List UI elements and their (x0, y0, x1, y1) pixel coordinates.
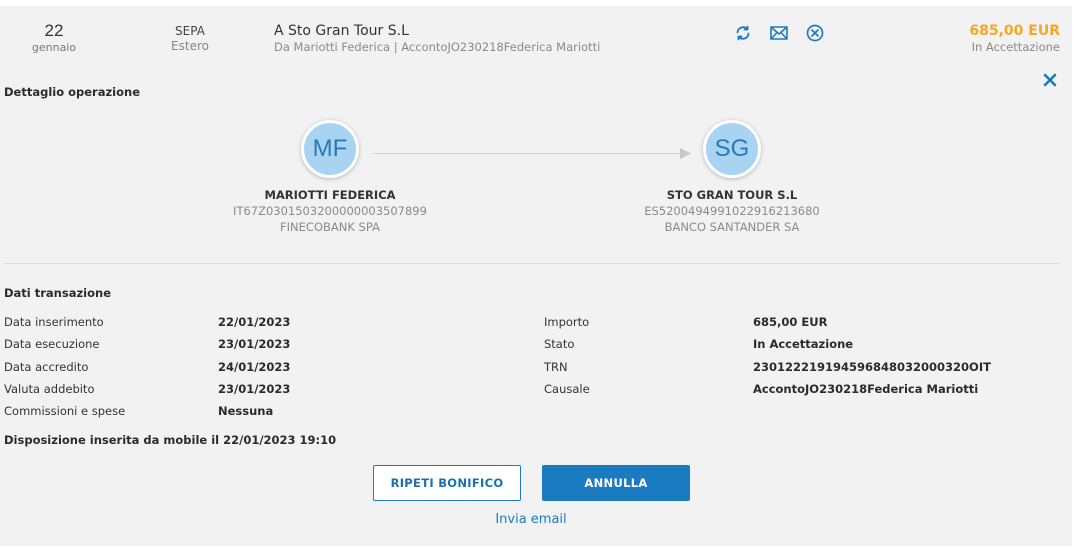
mobile-insert-note: Disposizione inserita da mobile il 22/01… (4, 433, 337, 447)
value-data-esecuzione: 23/01/2023 (218, 337, 291, 351)
sender-bank: FINECOBANK SPA (280, 220, 380, 234)
beneficiary-name: STO GRAN TOUR S.L (666, 188, 798, 202)
value-stato: In Accettazione (753, 337, 854, 351)
label-stato: Stato (544, 337, 575, 351)
sender-name: MARIOTTI FEDERICA (264, 188, 396, 202)
amount-block: 685,00 EUR In Accettazione (969, 22, 1060, 55)
transaction-subtitle: Da Mariotti Federica | AccontoJO230218Fe… (274, 40, 601, 54)
value-valuta-addebito: 23/01/2023 (218, 382, 291, 396)
label-trn: TRN (544, 360, 568, 374)
value-trn: 230122219194596848032000320OIT (753, 360, 991, 374)
transaction-summary-row[interactable]: 22 gennaio SEPA Estero A Sto Gran Tour S… (0, 6, 1072, 68)
label-causale: Causale (544, 382, 590, 396)
label-data-inserimento: Data inserimento (4, 315, 104, 329)
transaction-section-title: Dati transazione (4, 286, 111, 300)
beneficiary-iban: ES5200494991022916213680 (644, 204, 820, 218)
label-data-esecuzione: Data esecuzione (4, 337, 100, 351)
label-valuta-addebito: Valuta addebito (4, 382, 95, 396)
transaction-type: SEPA Estero (155, 24, 225, 54)
amount: 685,00 EUR (969, 23, 1060, 39)
close-icon[interactable] (1043, 72, 1061, 90)
value-data-accredito: 24/01/2023 (218, 360, 291, 374)
send-email-link[interactable]: Invia email (431, 512, 631, 527)
sender-avatar: MF (301, 120, 359, 178)
summary-actions (732, 22, 826, 44)
beneficiary-party: SG STO GRAN TOUR S.L ES52004949910229162… (612, 120, 852, 235)
date-month: gennaio (31, 41, 77, 54)
sender-party: MF MARIOTTI FEDERICA IT67Z03015032000000… (210, 120, 450, 235)
label-data-accredito: Data accredito (4, 360, 89, 374)
transaction-title: A Sto Gran Tour S.L (274, 23, 409, 39)
detail-section-title: Dettaglio operazione (4, 85, 141, 99)
label-importo: Importo (544, 315, 590, 329)
cancel-circle-icon[interactable] (804, 22, 826, 44)
type-scope: Estero (171, 39, 209, 53)
beneficiary-avatar: SG (703, 120, 761, 178)
label-commissioni: Commissioni e spese (4, 404, 126, 418)
transfer-detail-panel: 22 gennaio SEPA Estero A Sto Gran Tour S… (0, 6, 1072, 546)
cancel-transfer-button[interactable]: ANNULLA (542, 465, 690, 501)
transaction-date: 22 gennaio (20, 21, 88, 54)
sender-iban: IT67Z0301503200000003507899 (233, 204, 427, 218)
value-importo: 685,00 EUR (753, 315, 828, 329)
value-commissioni: Nessuna (218, 404, 274, 418)
section-divider (4, 263, 1059, 264)
amount-status: In Accettazione (971, 40, 1060, 54)
repeat-icon[interactable] (732, 22, 754, 44)
value-causale: AccontoJO230218Federica Mariotti (753, 382, 979, 396)
date-day: 22 (44, 21, 64, 40)
beneficiary-bank: BANCO SANTANDER SA (664, 220, 800, 234)
type-label: SEPA (175, 24, 205, 38)
mail-icon[interactable] (768, 22, 790, 44)
transaction-description: A Sto Gran Tour S.L Da Mariotti Federica… (274, 22, 694, 55)
value-data-inserimento: 22/01/2023 (218, 315, 291, 329)
repeat-transfer-button[interactable]: RIPETI BONIFICO (373, 465, 521, 501)
